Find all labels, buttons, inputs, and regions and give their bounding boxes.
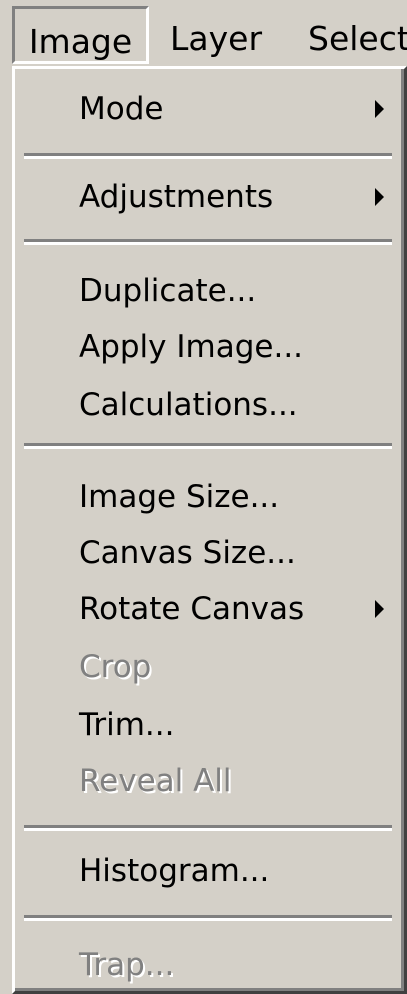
menu-bar: Image Layer Select <box>0 0 407 66</box>
menu-separator <box>24 443 392 449</box>
menu-select[interactable]: Select <box>308 6 407 64</box>
menu-layer[interactable]: Layer <box>170 6 262 64</box>
menu-item-label: Rotate Canvas <box>79 591 305 627</box>
menu-item-label: Image Size... <box>79 479 280 515</box>
menu-separator <box>24 153 392 159</box>
menu-item-image-size[interactable]: Image Size... <box>15 471 404 523</box>
submenu-arrow-icon <box>375 600 384 618</box>
menu-item-label: Adjustments <box>79 179 274 215</box>
image-menu-dropdown: Mode Adjustments Duplicate... Apply Imag… <box>12 66 407 994</box>
menu-item-label: Mode <box>79 91 164 127</box>
menu-item-histogram[interactable]: Histogram... <box>15 845 404 897</box>
menu-item-trim[interactable]: Trim... <box>15 699 404 751</box>
menu-item-canvas-size[interactable]: Canvas Size... <box>15 527 404 579</box>
menu-item-label: Reveal All <box>79 763 232 799</box>
menu-item-label: Trap... <box>79 947 175 983</box>
menu-item-duplicate[interactable]: Duplicate... <box>15 265 404 317</box>
menu-item-crop: Crop <box>15 641 404 693</box>
menu-item-adjustments[interactable]: Adjustments <box>15 171 404 223</box>
menu-item-label: Crop <box>79 649 152 685</box>
submenu-arrow-icon <box>375 188 384 206</box>
menu-item-rotate-canvas[interactable]: Rotate Canvas <box>15 583 404 635</box>
menu-item-trap: Trap... <box>15 939 404 991</box>
menu-item-label: Apply Image... <box>79 329 304 365</box>
menu-item-label: Canvas Size... <box>79 535 296 571</box>
menu-separator <box>24 825 392 831</box>
menu-item-label: Trim... <box>79 707 175 743</box>
menu-item-label: Histogram... <box>79 853 270 889</box>
menu-item-label: Duplicate... <box>79 273 257 309</box>
menu-item-mode[interactable]: Mode <box>15 83 404 135</box>
menu-item-label: Calculations... <box>79 387 298 423</box>
menu-separator <box>24 915 392 921</box>
menu-item-calculations[interactable]: Calculations... <box>15 379 404 431</box>
submenu-arrow-icon <box>375 100 384 118</box>
menu-item-apply-image[interactable]: Apply Image... <box>15 321 404 373</box>
menu-image[interactable]: Image <box>12 6 149 64</box>
menu-item-reveal-all: Reveal All <box>15 755 404 807</box>
menu-separator <box>24 239 392 245</box>
